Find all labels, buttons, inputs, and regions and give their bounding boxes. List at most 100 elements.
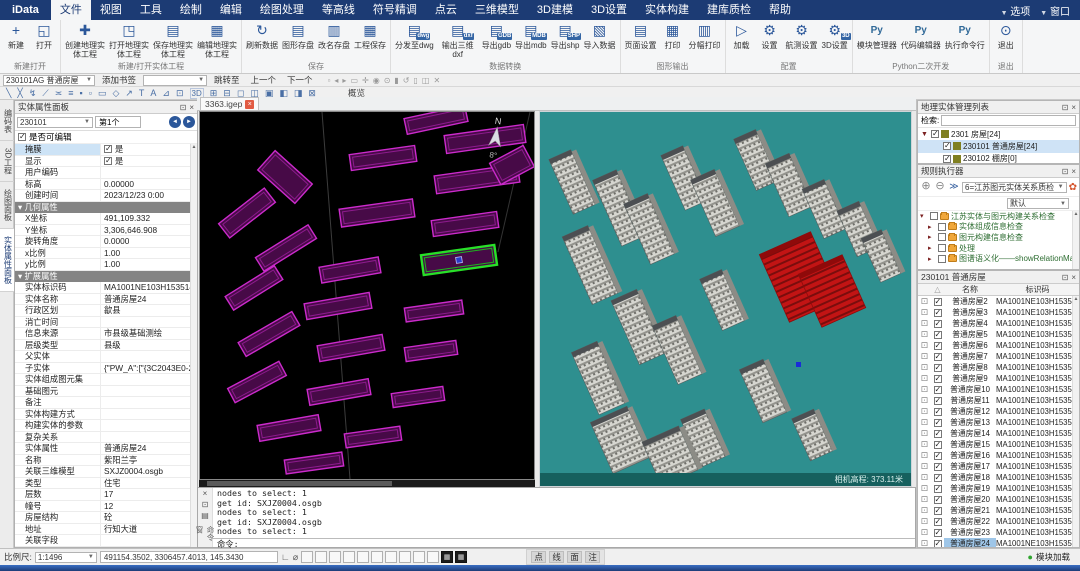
row-checkbox[interactable] [934,353,942,361]
property-value[interactable]: 砼 [101,511,190,523]
map-2d-canvas[interactable]: N8° [200,112,534,479]
snap-toggle-icon[interactable] [413,551,425,563]
ribbon-button[interactable]: Py代码编辑器 [899,20,943,50]
menu-item[interactable]: 建库质检 [698,0,760,20]
property-value[interactable]: 是 [101,155,190,167]
table-row[interactable]: ⚀普通房屋2MA1001NE103H1535... [918,296,1072,307]
left-tab-4[interactable]: 实体属性面板 [0,229,14,292]
float-panel-icon[interactable]: ⊡ [1062,167,1069,176]
map-3d-view[interactable]: 相机高程: 373.11米 [539,111,912,487]
expander-icon[interactable]: ▼ [921,131,929,138]
row-checkbox[interactable] [934,298,942,306]
menu-item[interactable]: 等高线 [313,0,364,20]
close-console-icon[interactable]: × [203,489,208,498]
ribbon-button[interactable]: ▦工程保存 [352,20,388,50]
table-row[interactable]: ⚀普通房屋6MA1001NE103H1535... [918,340,1072,351]
table-row[interactable]: ⚀普通房屋12MA1001NE103H1535... [918,406,1072,417]
snap-toggle-icon[interactable] [301,551,313,563]
snap-toggle-icon[interactable] [315,551,327,563]
menu-item[interactable]: 实体构建 [636,0,698,20]
menu-item[interactable]: 符号精调 [364,0,426,20]
table-row[interactable]: ⚀普通房屋23MA1001NE103H1535... [918,527,1072,538]
ribbon-button[interactable]: ◱打开 [30,20,58,50]
table-row[interactable]: ⚀普通房屋5MA1001NE103H1535... [918,329,1072,340]
building-footprint[interactable] [257,415,321,442]
polar-mode-icon[interactable]: ⌀ [293,552,298,563]
table-row[interactable]: ⚀普通房屋21MA1001NE103H1535... [918,505,1072,516]
property-value[interactable]: 县级 [101,339,190,351]
table-row[interactable]: ⚀普通房屋9MA1001NE103H1535... [918,373,1072,384]
ribbon-button[interactable]: ⚙航测设置 [784,20,820,50]
draw-tool-icon[interactable]: T [139,88,145,98]
row-checkbox[interactable] [934,364,942,372]
row-checkbox[interactable] [934,474,942,482]
property-value[interactable]: 2023/12/23 0:00 [101,190,190,200]
next-button[interactable]: 下一个 [283,74,317,86]
previous-entity-button[interactable]: ◄ [169,116,181,128]
property-value[interactable]: {"PW_A":["{3C2043E0-2897-... [101,363,190,373]
rule-row[interactable]: ▸实体组成信息检查 [918,222,1072,233]
toolbar-icon[interactable]: ▮ [394,76,398,85]
value-checkbox[interactable] [104,157,112,165]
ribbon-button[interactable]: ⚙3D3D设置 [820,20,850,50]
property-value[interactable]: 是 [101,144,190,155]
building-footprint[interactable] [219,188,276,238]
table-row[interactable]: ⚀普通房屋24MA1001NE103H1535... [918,538,1072,547]
draw-tool-icon[interactable]: A [150,88,156,98]
menu-item[interactable]: 3D建模 [528,0,582,20]
toolbar-icon[interactable]: ◂ [334,76,338,85]
property-grid-scrollbar[interactable]: ▲ [190,144,197,547]
property-value[interactable]: 普通房屋24 [101,442,190,454]
table-row[interactable]: ⚀普通房屋16MA1001NE103H1535... [918,450,1072,461]
row-checkbox[interactable] [934,320,942,328]
left-tab-1[interactable]: 编码表 [0,102,14,141]
ribbon-button[interactable]: ▤GDB导出gdb [480,20,513,50]
tree-checkbox[interactable] [943,142,951,150]
close-panel-icon[interactable]: × [1071,167,1076,176]
ribbon-button[interactable]: ▧导入数据 [582,20,618,50]
ribbon-button[interactable]: ✚创建地理实体工程 [63,20,107,59]
row-checkbox[interactable] [934,419,942,427]
row-checkbox[interactable] [934,441,942,449]
toolbar-icon[interactable]: ▯ [414,76,418,85]
ortho-mode-icon[interactable]: ∟ [281,552,290,562]
run-rules-button[interactable]: ≫ [948,181,960,193]
ribbon-button[interactable]: ▤图形存盘 [280,20,316,50]
rule-row[interactable]: ▸图元构建信息检查 [918,232,1072,243]
row-checkbox[interactable] [934,463,942,471]
row-checkbox[interactable] [934,309,942,317]
mode-button[interactable]: 点 [531,551,546,563]
property-value[interactable]: 住宅 [101,477,190,489]
rule-row[interactable]: ▸处理 [918,243,1072,254]
row-checkbox[interactable] [934,496,942,504]
row-checkbox[interactable] [934,397,942,405]
mode-button[interactable]: 面 [567,551,582,563]
ribbon-button[interactable]: ▥改名存盘 [316,20,352,50]
toolbar-icon[interactable]: ⊙ [384,76,391,85]
ribbon-button[interactable]: ▤保存地理实体工程 [151,20,195,59]
snap-toggle-icon[interactable] [427,551,439,563]
building-footprint[interactable] [444,125,526,154]
row-checkbox[interactable] [934,386,942,394]
snap-toggle-icon[interactable]: ▦ [441,551,453,563]
column-id[interactable]: 标识码 [996,284,1079,295]
next-entity-button[interactable]: ► [183,116,195,128]
building-footprint[interactable] [319,257,381,283]
rule-set-combo[interactable]: 6=江苏图元实体关系质检 ▼ [962,182,1067,193]
building-footprint[interactable] [404,112,468,134]
add-bookmark-label[interactable]: 添加书签 [98,74,140,86]
table-row[interactable]: ⚀普通房屋18MA1001NE103H1535... [918,472,1072,483]
draw-tool-icon[interactable]: ≡ [68,88,73,98]
rule-list-scrollbar[interactable]: ▲ [1072,211,1079,269]
building-footprint[interactable] [349,145,417,170]
entity-tree-row[interactable]: 230102 棚房[0] [918,153,1079,163]
draw-tool-icon[interactable]: ⊡ [176,88,184,99]
left-tab-2[interactable]: 3D工程 [0,141,14,182]
ribbon-button[interactable]: ⊙退出 [992,20,1020,50]
property-value[interactable]: 市县级基础测绘 [101,327,190,339]
draw-tool-icon[interactable]: ⊿ [162,88,170,99]
table-row[interactable]: ⚀普通房屋14MA1001NE103H1535... [918,428,1072,439]
menu-item[interactable]: 三维模型 [466,0,528,20]
tree-checkbox[interactable] [931,130,939,138]
row-checkbox[interactable] [934,430,942,438]
